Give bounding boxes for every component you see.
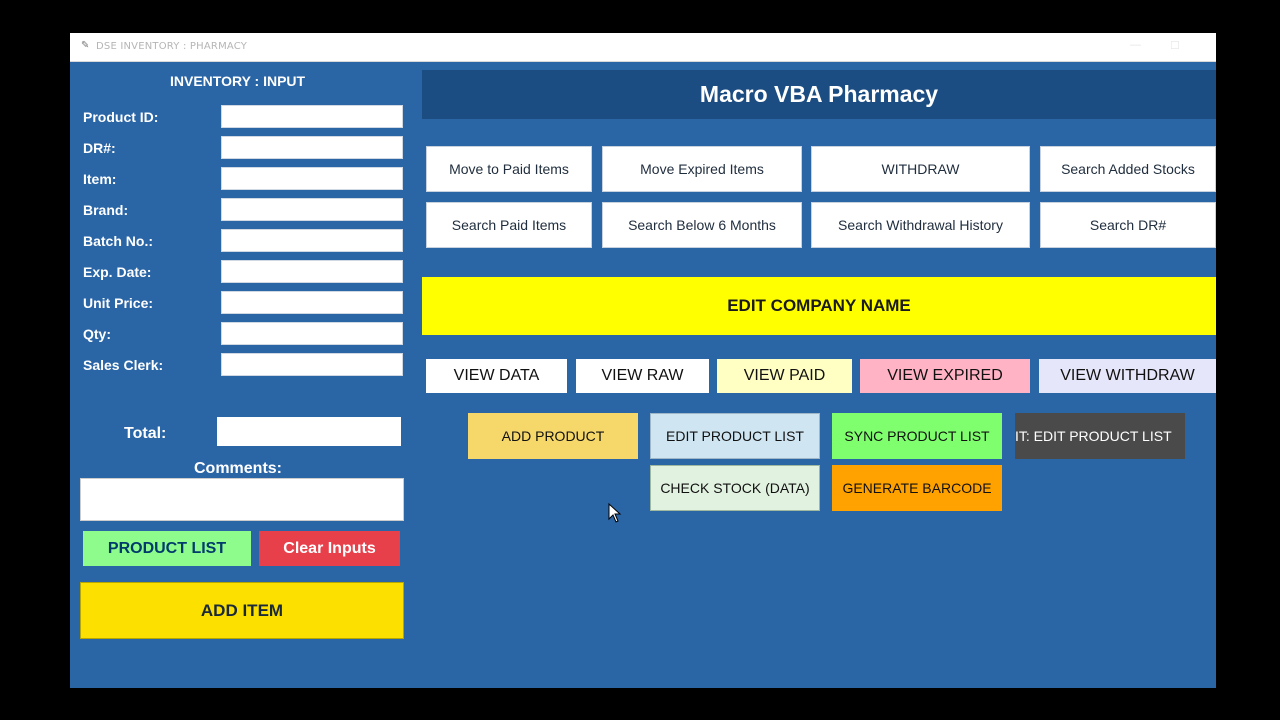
view-withdraw-button[interactable]: VIEW WITHDRAW [1039, 359, 1216, 393]
app-window: ✎ DSE INVENTORY : PHARMACY — ☐ INVENTORY… [70, 33, 1216, 688]
clear-inputs-button[interactable]: Clear Inputs [259, 531, 400, 566]
title-bar: ✎ DSE INVENTORY : PHARMACY — ☐ [70, 33, 1216, 62]
generate-barcode-button[interactable]: GENERATE BARCODE [832, 465, 1002, 511]
qty-input[interactable] [221, 322, 403, 345]
edit-product-list-button[interactable]: EDIT PRODUCT LIST [650, 413, 820, 459]
item-label: Item: [83, 171, 117, 187]
item-input[interactable] [221, 167, 403, 190]
dr-number-input[interactable] [221, 136, 403, 159]
search-withdrawal-history-button[interactable]: Search Withdrawal History [811, 202, 1030, 248]
edit-company-name-button[interactable]: EDIT COMPANY NAME [422, 277, 1216, 335]
brand-input[interactable] [221, 198, 403, 221]
total-field[interactable] [217, 417, 401, 446]
view-paid-button[interactable]: VIEW PAID [717, 359, 852, 393]
sales-clerk-input[interactable] [221, 353, 403, 376]
exp-date-label: Exp. Date: [83, 264, 152, 280]
dr-number-label: DR#: [83, 140, 116, 156]
sync-product-list-button[interactable]: SYNC PRODUCT LIST [832, 413, 1002, 459]
view-raw-button[interactable]: VIEW RAW [576, 359, 709, 393]
batch-no-input[interactable] [221, 229, 403, 252]
search-added-stocks-button[interactable]: Search Added Stocks [1040, 146, 1216, 192]
inventory-input-panel: INVENTORY : INPUT Product ID: DR#: Item:… [70, 62, 420, 688]
app-header-title: Macro VBA Pharmacy [422, 70, 1216, 119]
search-paid-items-button[interactable]: Search Paid Items [426, 202, 592, 248]
window-title: DSE INVENTORY : PHARMACY [96, 41, 248, 52]
batch-no-label: Batch No.: [83, 233, 153, 249]
add-item-button[interactable]: ADD ITEM [80, 582, 404, 639]
mouse-cursor-icon [608, 503, 622, 523]
minimize-icon[interactable]: — [1130, 39, 1141, 51]
unit-price-input[interactable] [221, 291, 403, 314]
maximize-icon[interactable]: ☐ [1170, 39, 1180, 52]
qty-label: Qty: [83, 326, 111, 342]
brand-label: Brand: [83, 202, 129, 218]
move-expired-items-button[interactable]: Move Expired Items [602, 146, 802, 192]
unit-price-label: Unit Price: [83, 295, 154, 311]
inventory-input-heading: INVENTORY : INPUT [170, 73, 306, 89]
move-to-paid-items-button[interactable]: Move to Paid Items [426, 146, 592, 192]
sales-clerk-label: Sales Clerk: [83, 357, 164, 373]
comments-input[interactable] [80, 478, 404, 521]
view-expired-button[interactable]: VIEW EXPIRED [860, 359, 1030, 393]
product-id-label: Product ID: [83, 109, 159, 125]
total-label: Total: [124, 425, 167, 442]
search-below-6-months-button[interactable]: Search Below 6 Months [602, 202, 802, 248]
check-stock-button[interactable]: CHECK STOCK (DATA) [650, 465, 820, 511]
view-data-button[interactable]: VIEW DATA [426, 359, 567, 393]
search-dr-button[interactable]: Search DR# [1040, 202, 1216, 248]
exp-date-input[interactable] [221, 260, 403, 283]
product-list-button[interactable]: PRODUCT LIST [83, 531, 251, 566]
feather-icon: ✎ [81, 40, 90, 51]
add-product-button[interactable]: ADD PRODUCT [468, 413, 638, 459]
withdraw-button[interactable]: WITHDRAW [811, 146, 1030, 192]
product-id-input[interactable] [221, 105, 403, 128]
it-edit-product-list-button[interactable]: IT: EDIT PRODUCT LIST [1015, 413, 1185, 459]
comments-label: Comments: [194, 460, 283, 477]
